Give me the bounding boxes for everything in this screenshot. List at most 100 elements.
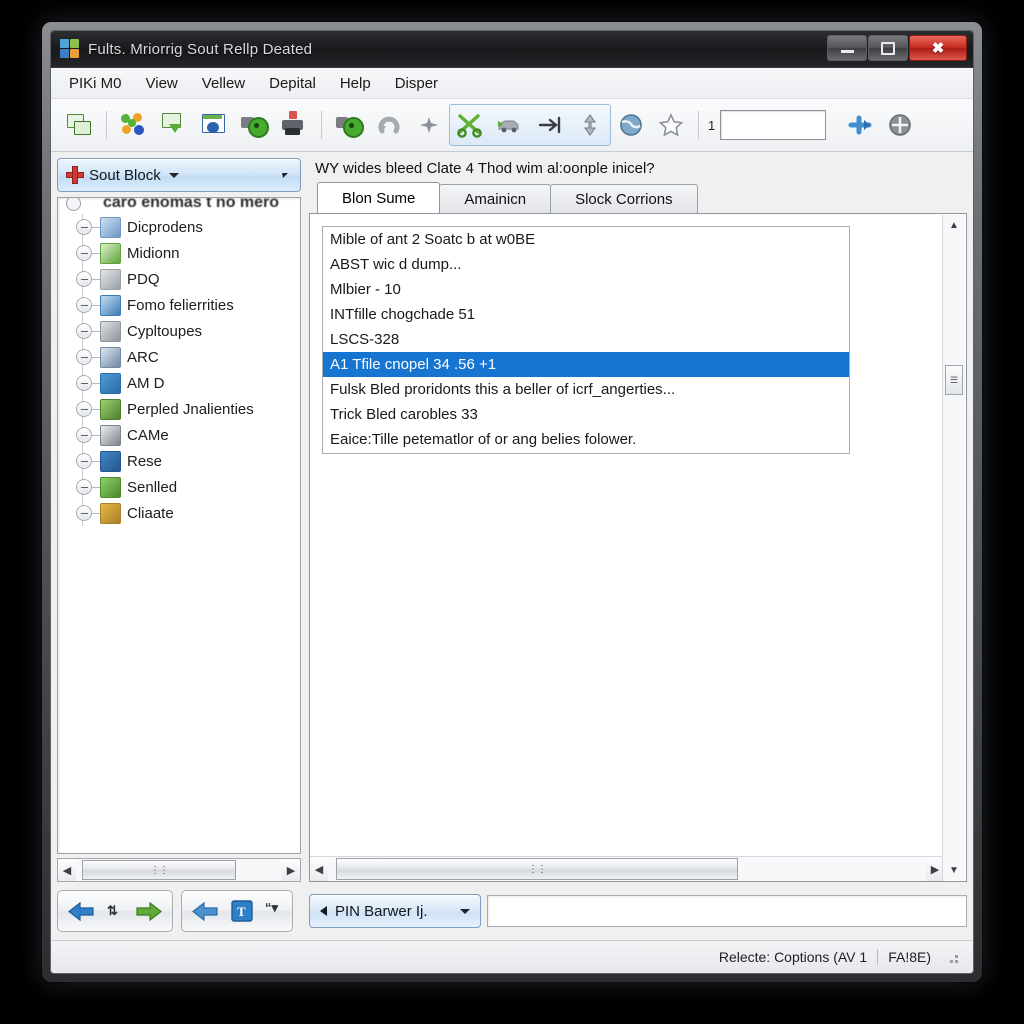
- refresh-icon[interactable]: ⇅: [106, 900, 124, 922]
- scroll-track[interactable]: ⋮⋮: [76, 859, 282, 881]
- colored-nodes-icon[interactable]: [114, 106, 154, 144]
- panel-vertical-scrollbar[interactable]: ▲ ☰ ▼: [942, 215, 965, 880]
- list-item[interactable]: Fulsk Bled proridonts this a beller of i…: [323, 377, 849, 402]
- quotes-icon[interactable]: “▾: [264, 900, 284, 922]
- menu-item-depital[interactable]: Depital: [257, 71, 328, 96]
- tree-root-row[interactable]: caro enomas t no mero: [62, 198, 300, 214]
- app-squares-icon: [60, 39, 80, 59]
- list-item-selected[interactable]: A1 Tfile cnopel 34 .56 +1: [323, 352, 849, 377]
- panel-horizontal-scrollbar[interactable]: ◀ ⋮⋮ ▶: [310, 856, 944, 881]
- tree-expander-icon[interactable]: [76, 479, 92, 495]
- printer-icon[interactable]: [274, 106, 314, 144]
- tree-expander-icon[interactable]: [76, 271, 92, 287]
- tree-panel[interactable]: caro enomas t no mero Dicprodens Midionn P…: [57, 197, 301, 854]
- maximize-button[interactable]: [868, 35, 908, 61]
- menu-item-disper[interactable]: Disper: [383, 71, 450, 96]
- back-arrow-icon[interactable]: [66, 900, 96, 922]
- tree-item-arc[interactable]: ARC: [58, 344, 300, 370]
- right-arrow-icon[interactable]: [530, 106, 570, 144]
- item-listbox[interactable]: Mible of ant 2 Soatc b at w0BE ABST wic d…: [322, 226, 850, 454]
- tab-blon-sume[interactable]: Blon Sume: [317, 182, 441, 213]
- sparkle-icon[interactable]: [409, 106, 449, 144]
- blue-plus-arrow-icon[interactable]: [840, 106, 880, 144]
- panel-caption: WY wides bleed Clate 4 Thod wim al:oonpl…: [315, 160, 655, 177]
- menu-item-help[interactable]: Help: [328, 71, 383, 96]
- tree-expander-icon[interactable]: [66, 198, 81, 211]
- camera-record-icon[interactable]: [234, 106, 274, 144]
- scroll-down-arrow-icon[interactable]: ▼: [943, 860, 965, 880]
- move-circle-icon[interactable]: [880, 106, 920, 144]
- menu-item-vellew[interactable]: Vellew: [190, 71, 257, 96]
- tree-expander-icon[interactable]: [76, 297, 92, 313]
- tree-expander-icon[interactable]: [76, 375, 92, 391]
- tree-item-came[interactable]: CAMe: [58, 422, 300, 448]
- tree-expander-icon[interactable]: [76, 453, 92, 469]
- panel-scroll-thumb[interactable]: ⋮⋮: [336, 858, 738, 880]
- tree-expander-icon[interactable]: [76, 427, 92, 443]
- left-pane: Sout Block caro enomas t no mero Dicprod…: [57, 158, 301, 934]
- tree-item-perpled-jnalienties[interactable]: Perpled Jnalienties: [58, 396, 300, 422]
- list-item[interactable]: Eaice:Tille petematlor of or ang belies …: [323, 427, 849, 452]
- panel-scroll-left-arrow-icon[interactable]: ◀: [310, 857, 328, 881]
- scroll-thumb[interactable]: ⋮⋮: [82, 860, 236, 880]
- minimize-button[interactable]: [827, 35, 867, 61]
- tree-item-cypltoupes[interactable]: Cypltoupes: [58, 318, 300, 344]
- bottom-text-input[interactable]: [487, 895, 967, 927]
- tree-item-am-d[interactable]: AM D: [58, 370, 300, 396]
- scissors-green-icon[interactable]: [450, 106, 490, 144]
- tree-item-senlled[interactable]: Senlled: [58, 474, 300, 500]
- record-play-icon[interactable]: [329, 106, 369, 144]
- tree-item-cliaate[interactable]: Cliaate: [58, 500, 300, 526]
- car-arrow-icon[interactable]: [490, 106, 530, 144]
- window-refresh-icon[interactable]: [194, 106, 234, 144]
- scroll-left-arrow-icon[interactable]: ◀: [58, 859, 76, 881]
- tree-connector-dash: [92, 460, 100, 462]
- tab-slock-corrions[interactable]: Slock Corrions: [550, 184, 698, 213]
- tree-item-fomo-felierrities[interactable]: Fomo felierrities: [58, 292, 300, 318]
- chevron-down-icon[interactable]: [460, 908, 470, 914]
- menu-item-file[interactable]: PIKi M0: [57, 71, 134, 96]
- pin-dropdown[interactable]: PIN Barwer Ij.: [309, 894, 481, 928]
- list-item[interactable]: Trick Bled carobles 33: [323, 402, 849, 427]
- tree-expander-icon[interactable]: [76, 219, 92, 235]
- tree-expander-icon[interactable]: [76, 323, 92, 339]
- tree-item-dicprodens[interactable]: Dicprodens: [58, 214, 300, 240]
- copy-windows-icon[interactable]: [59, 106, 99, 144]
- resize-grip-icon[interactable]: [945, 950, 959, 964]
- list-item[interactable]: Mlbier - 10: [323, 277, 849, 302]
- tab-amainicn[interactable]: Amainicn: [439, 184, 552, 213]
- updown-arrow-icon[interactable]: [570, 106, 610, 144]
- tree-item-midionn[interactable]: Midionn: [58, 240, 300, 266]
- close-button[interactable]: ✖: [909, 35, 967, 61]
- tree-expander-icon[interactable]: [76, 401, 92, 417]
- list-item[interactable]: ABST wic d dump...: [323, 252, 849, 277]
- tree-item-pdq[interactable]: PDQ: [58, 266, 300, 292]
- forward-arrow-icon[interactable]: [134, 900, 164, 922]
- chevron-down-split-icon[interactable]: [282, 172, 288, 178]
- undo-back-icon[interactable]: [190, 900, 220, 922]
- undo-arrow-icon[interactable]: [369, 106, 409, 144]
- import-green-icon[interactable]: [154, 106, 194, 144]
- tree-item-label: Midionn: [127, 244, 180, 262]
- scroll-right-arrow-icon[interactable]: ▶: [282, 859, 300, 881]
- vscroll-track[interactable]: ☰: [943, 235, 965, 860]
- chevron-down-icon[interactable]: [168, 172, 179, 178]
- list-item[interactable]: LSCS-328: [323, 327, 849, 352]
- tree-expander-icon[interactable]: [76, 245, 92, 261]
- toolbar-text-input[interactable]: [720, 110, 827, 140]
- menu-item-view[interactable]: View: [134, 71, 190, 96]
- globe-icon[interactable]: [611, 106, 651, 144]
- title-bar[interactable]: Fults. Mriorrig Sout Rellp Deated ✖: [51, 31, 973, 68]
- tree-horizontal-scrollbar[interactable]: ◀ ⋮⋮ ▶: [57, 858, 301, 882]
- tree-expander-icon[interactable]: [76, 505, 92, 521]
- tree-item-rese[interactable]: Rese: [58, 448, 300, 474]
- scroll-up-arrow-icon[interactable]: ▲: [943, 215, 965, 235]
- star-icon[interactable]: [651, 106, 691, 144]
- text-tool-icon[interactable]: T: [230, 900, 254, 922]
- list-item[interactable]: INTfille chogchade 51: [323, 302, 849, 327]
- vscroll-thumb[interactable]: ☰: [945, 365, 963, 395]
- sout-block-dropdown[interactable]: Sout Block: [57, 158, 301, 192]
- list-item[interactable]: Mible of ant 2 Soatc b at w0BE: [323, 227, 849, 252]
- tree-expander-icon[interactable]: [76, 349, 92, 365]
- panel-scroll-track[interactable]: ⋮⋮: [328, 857, 926, 881]
